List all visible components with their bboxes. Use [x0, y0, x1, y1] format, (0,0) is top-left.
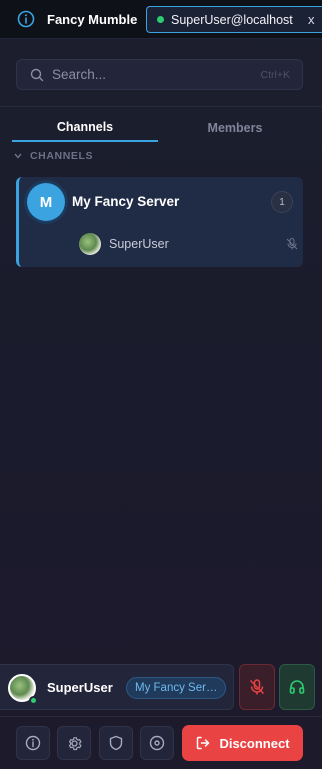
- info-icon: [17, 10, 35, 28]
- shield-icon: [109, 735, 123, 751]
- info-button[interactable]: [16, 726, 50, 760]
- divider: [0, 106, 322, 107]
- record-icon: [149, 735, 165, 751]
- channels-section-header[interactable]: CHANNELS: [14, 149, 93, 163]
- app-title: Fancy Mumble: [47, 11, 138, 27]
- member-name: SuperUser: [109, 237, 169, 251]
- mic-off-icon: [249, 679, 265, 695]
- record-button[interactable]: [140, 726, 174, 760]
- disconnect-button[interactable]: Disconnect: [182, 725, 303, 761]
- tab-members[interactable]: Members: [160, 114, 310, 142]
- gear-icon: [68, 736, 82, 750]
- session-tab-label: SuperUser@localhost: [171, 12, 293, 27]
- mic-off-icon: [286, 237, 298, 250]
- current-server-label: My Fancy Server: [135, 682, 219, 694]
- disconnect-label: Disconnect: [219, 735, 290, 751]
- server-avatar: M: [27, 183, 65, 221]
- online-status-dot: [29, 696, 38, 705]
- headphones-icon: [289, 680, 305, 694]
- security-button[interactable]: [99, 726, 133, 760]
- search-shortcut-hint: Ctrl+K: [260, 68, 290, 81]
- user-count-badge: 1: [271, 191, 293, 213]
- connection-status-dot: [157, 16, 164, 23]
- settings-button[interactable]: [57, 726, 91, 760]
- logout-icon: [197, 736, 210, 750]
- search-box[interactable]: Ctrl+K: [16, 59, 303, 90]
- current-server-pill[interactable]: My Fancy Server: [126, 677, 226, 699]
- channel-member-row[interactable]: SuperUser: [79, 233, 299, 255]
- server-card[interactable]: M My Fancy Server 1 SuperUser: [16, 177, 303, 267]
- info-icon: [25, 735, 41, 751]
- tab-channels[interactable]: Channels: [12, 114, 158, 142]
- divider: [0, 716, 322, 717]
- server-name: My Fancy Server: [72, 194, 180, 209]
- section-title: CHANNELS: [30, 150, 94, 162]
- self-user-name: SuperUser: [47, 680, 113, 695]
- close-session-button[interactable]: x: [308, 12, 315, 27]
- self-user-bar: SuperUser My Fancy Server: [0, 664, 234, 710]
- search-input[interactable]: [52, 67, 242, 82]
- mute-button[interactable]: [239, 664, 275, 710]
- chevron-down-icon: [14, 152, 22, 161]
- app-info-button[interactable]: [15, 8, 37, 30]
- avatar: [79, 233, 101, 255]
- deafen-button[interactable]: [279, 664, 315, 710]
- search-icon: [30, 68, 44, 81]
- session-tab[interactable]: SuperUser@localhost x: [146, 6, 322, 33]
